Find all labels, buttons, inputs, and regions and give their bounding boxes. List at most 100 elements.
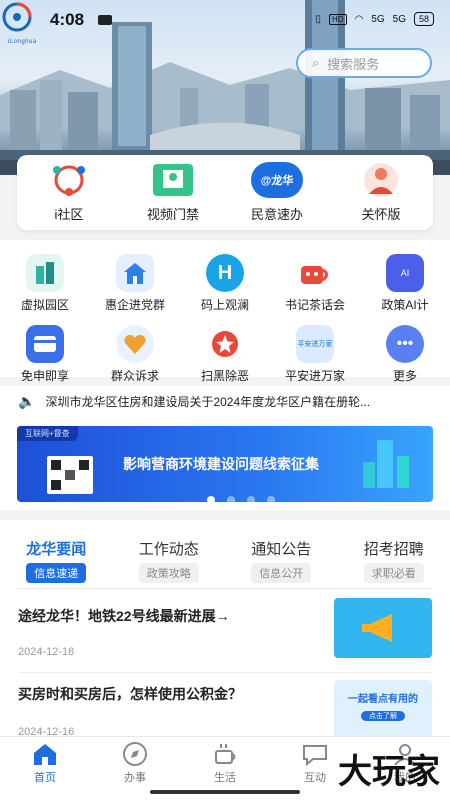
- carousel-dot[interactable]: [227, 496, 235, 502]
- service-free-apply[interactable]: 免申即享: [0, 325, 90, 384]
- service-guanlan-code[interactable]: H 码上观澜: [180, 254, 270, 313]
- tab-work-updates[interactable]: 工作动态 政策攻略: [124, 538, 214, 583]
- service-public-appeal[interactable]: 群众诉求: [90, 325, 180, 384]
- home-indicator: [150, 790, 300, 794]
- quick-item-label: i社区: [54, 207, 84, 222]
- service-label: 更多: [392, 369, 417, 383]
- search-input[interactable]: ⌕ 搜索服务: [296, 48, 432, 78]
- quick-item-label: 视频门禁: [146, 207, 199, 222]
- status-indicators: ▯ HD ◠ 5G 5G 58: [315, 12, 434, 26]
- banner-section: 互联网+督查 影响营商环境建设问题线索征集: [0, 416, 450, 510]
- watermark: 大玩家: [338, 752, 440, 792]
- news-article[interactable]: 买房时和买房后，怎样使用公积金？ 2024-12-16 一起看点有用的 点击了解: [18, 680, 432, 736]
- tea-cup-icon: [296, 254, 334, 292]
- virtual-park-icon: [26, 254, 64, 292]
- nav-home[interactable]: 首页: [0, 737, 90, 800]
- hd-indicator: HD: [329, 13, 347, 25]
- news-section: 龙华要闻 信息速递 工作动态 政策攻略 通知公告 信息公开 招考招聘 求职必看 …: [0, 520, 450, 736]
- quick-item-community[interactable]: i社区: [24, 162, 114, 223]
- app-logo-icon: [2, 2, 32, 32]
- quick-item-label: 关怀版: [361, 207, 401, 222]
- service-label: 平安进万家: [284, 369, 345, 383]
- carousel-dot[interactable]: [267, 496, 275, 502]
- card-icon: [26, 325, 64, 363]
- tab-title: 工作动态: [138, 541, 199, 558]
- notice-bar[interactable]: 🔈 深圳市龙华区住房和建设局关于2024年度龙华区户籍在册轮...: [0, 386, 450, 416]
- service-policy-ai[interactable]: AI 政策AI计: [360, 254, 450, 313]
- home-icon: [34, 744, 56, 765]
- vibrate-icon: ▯: [315, 13, 321, 25]
- tab-subtitle: 政策攻略: [138, 563, 199, 583]
- service-label: 免申即享: [20, 369, 69, 383]
- tab-subtitle: 信息速递: [26, 563, 87, 583]
- quick-item-elder-care[interactable]: 关怀版: [336, 162, 426, 223]
- safety-icon: 平安进万家: [296, 325, 334, 363]
- logo-text: iLonghua: [8, 39, 37, 45]
- tab-longhua-news[interactable]: 龙华要闻 信息速递: [11, 538, 101, 583]
- tab-title: 龙华要闻: [26, 541, 87, 558]
- thumbnail-button: 点击了解: [361, 711, 405, 721]
- quick-access-card: i社区 视频门禁 @龙华 民意速办 关怀版: [17, 155, 433, 230]
- nav-label: 互动: [304, 772, 326, 784]
- search-icon: ⌕: [312, 55, 320, 70]
- more-icon: •••: [386, 325, 424, 363]
- signal-2: 5G: [392, 13, 406, 25]
- news-tabs: 龙华要闻 信息速递 工作动态 政策攻略 通知公告 信息公开 招考招聘 求职必看: [0, 520, 450, 583]
- battery-indicator: 58: [413, 12, 434, 26]
- service-anti-crime[interactable]: 扫黑除恶: [180, 325, 270, 384]
- divider: [18, 588, 432, 589]
- qr-code-image: [47, 456, 93, 494]
- divider: [18, 672, 432, 673]
- hero-banner: 4:08 iLonghua ▯ HD ◠ 5G 5G 58 ⌕ 搜索服务: [0, 0, 450, 175]
- tab-subtitle: 信息公开: [251, 563, 312, 583]
- mail-icon: [98, 15, 113, 25]
- wifi-icon: ◠: [354, 13, 364, 25]
- service-safety-home[interactable]: 平安进万家 平安进万家: [270, 325, 360, 384]
- coffee-icon: [215, 744, 236, 764]
- star-shield-icon: [206, 325, 244, 363]
- service-virtual-park[interactable]: 虚拟园区: [0, 254, 90, 313]
- signal-1: 5G: [371, 13, 385, 25]
- tab-title: 招考招聘: [363, 541, 424, 558]
- tab-subtitle: 求职必看: [363, 563, 424, 583]
- service-tea-party[interactable]: 书记茶话会: [270, 254, 360, 313]
- compass-icon: [123, 742, 147, 766]
- quick-item-public-opinion[interactable]: @龙华 民意速办: [232, 162, 322, 223]
- service-label: 扫黑除恶: [200, 369, 249, 383]
- search-placeholder: 搜索服务: [327, 56, 380, 72]
- promo-banner[interactable]: 互联网+督查 影响营商环境建设问题线索征集: [17, 426, 433, 502]
- megaphone-icon: [362, 614, 392, 642]
- nav-label: 生活: [214, 772, 236, 784]
- article-thumbnail: [334, 598, 432, 658]
- public-opinion-icon: @龙华: [251, 162, 303, 198]
- banner-title: 影响营商环境建设问题线索征集: [123, 456, 319, 472]
- service-label: 码上观澜: [200, 298, 249, 312]
- article-thumbnail: 一起看点有用的 点击了解: [334, 680, 432, 736]
- service-label: 群众诉求: [110, 369, 159, 383]
- services-grid: 虚拟园区 惠企进党群 H 码上观澜 书记茶话会 AI 政策AI计 免申即享 群众…: [0, 240, 450, 384]
- tab-title: 通知公告: [251, 541, 312, 558]
- city-3d-icon: [363, 440, 409, 488]
- tab-recruitment[interactable]: 招考招聘 求职必看: [349, 538, 439, 583]
- quick-item-video-access[interactable]: 视频门禁: [128, 162, 218, 223]
- article-title: 买房时和买房后，怎样使用公积金？: [18, 686, 242, 702]
- carousel-dots: [207, 496, 275, 502]
- service-label: 书记茶话会: [284, 298, 345, 312]
- status-time: 4:08: [50, 10, 85, 29]
- video-access-icon: [153, 164, 193, 196]
- article-title: 途经龙华！地铁22号线最新进展→: [18, 608, 230, 624]
- article-date: 2024-12-18: [18, 646, 75, 658]
- thumbnail-text: 一起看点有用的: [348, 694, 418, 705]
- tab-announcements[interactable]: 通知公告 信息公开: [236, 538, 326, 583]
- h-logo-icon: H: [206, 254, 244, 292]
- carousel-dot[interactable]: [247, 496, 255, 502]
- heart-hand-icon: [116, 325, 154, 363]
- carousel-dot[interactable]: [207, 496, 215, 502]
- news-article[interactable]: 途经龙华！地铁22号线最新进展→ 2024-12-18: [18, 598, 432, 668]
- notice-text: 深圳市龙华区住房和建设局关于2024年度龙华区户籍在册轮...: [45, 394, 371, 409]
- service-more[interactable]: ••• 更多: [360, 325, 450, 384]
- policy-ai-icon: AI: [386, 254, 424, 292]
- article-date: 2024-12-16: [18, 726, 75, 736]
- service-label: 惠企进党群: [104, 298, 165, 312]
- service-party-enterprise[interactable]: 惠企进党群: [90, 254, 180, 313]
